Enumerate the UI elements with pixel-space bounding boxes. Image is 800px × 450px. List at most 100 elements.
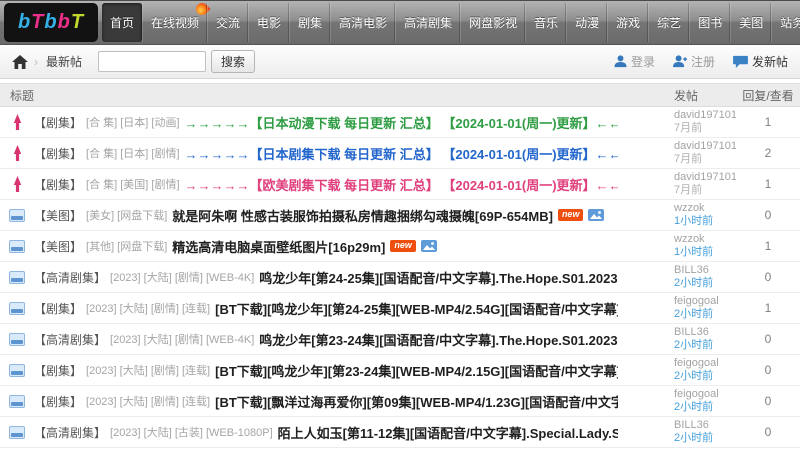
thread-time[interactable]: 1小时前 bbox=[674, 215, 736, 228]
thread-category[interactable]: 【剧集】 bbox=[34, 145, 82, 162]
table-row[interactable]: 【剧集】 [2023] [大陆] [剧情] [连载] [BT下载][鸣龙少年][… bbox=[0, 355, 800, 386]
thread-category[interactable]: 【剧集】 bbox=[34, 176, 82, 193]
login-link[interactable]: 登录 bbox=[614, 53, 655, 70]
thread-author[interactable]: feigogoal bbox=[674, 357, 736, 370]
table-row[interactable]: 【剧集】 [合 集] [日本] [动画] →→→→→【日本动漫下载 每日更新 汇… bbox=[0, 107, 800, 138]
thread-author[interactable]: BILL36 bbox=[674, 419, 736, 432]
thread-author[interactable]: wzzok bbox=[674, 233, 736, 246]
thread-time[interactable]: 1小时前 bbox=[674, 246, 736, 259]
thread-title-link[interactable]: 就是阿朱啊 性感古装服饰拍摄私房情趣捆绑勾魂摄魄[69P-654MB] bbox=[172, 206, 553, 225]
nav-item-9[interactable]: 动漫 bbox=[566, 3, 607, 42]
thread-tags[interactable]: [其他] [网盘下载] bbox=[86, 238, 167, 254]
thread-author[interactable]: feigogoal bbox=[674, 388, 736, 401]
thread-time[interactable]: 2小时前 bbox=[674, 432, 736, 445]
thread-category[interactable]: 【剧集】 bbox=[34, 300, 82, 317]
nav-item-10[interactable]: 游戏 bbox=[607, 3, 648, 42]
nav-item-label: 综艺 bbox=[657, 16, 682, 30]
site-logo[interactable]: bTbbT bbox=[4, 3, 98, 42]
nav-item-12[interactable]: 图书 bbox=[689, 3, 730, 42]
thread-tags[interactable]: [2023] [大陆] [古装] [WEB-1080P] bbox=[110, 424, 273, 440]
table-row[interactable]: 【剧集】 [合 集] [美国] [剧情] →→→→→【欧美剧集下载 每日更新 汇… bbox=[0, 169, 800, 200]
search-input[interactable] bbox=[98, 51, 207, 72]
reply-count: 0 bbox=[764, 394, 772, 408]
thread-category[interactable]: 【剧集】 bbox=[34, 393, 82, 410]
thread-title-link[interactable]: →→→→→【日本动漫下载 每日更新 汇总】 【2024-01-01(周一)更新】… bbox=[185, 113, 618, 132]
thread-category[interactable]: 【美图】 bbox=[34, 238, 82, 255]
nav-item-0[interactable]: 首页 bbox=[102, 3, 143, 42]
thread-author[interactable]: david19710102 bbox=[674, 140, 736, 153]
thread-author[interactable]: BILL36 bbox=[674, 264, 736, 277]
thread-author[interactable]: david19710102 bbox=[674, 109, 736, 122]
thread-time[interactable]: 2小时前 bbox=[674, 277, 736, 290]
thread-category[interactable]: 【剧集】 bbox=[34, 362, 82, 379]
breadcrumb[interactable]: 最新帖 bbox=[46, 53, 82, 70]
thread-title-link[interactable]: →→→→→【日本剧集下载 每日更新 汇总】 【2024-01-01(周一)更新】… bbox=[185, 144, 618, 163]
nav-item-6[interactable]: 高清剧集 bbox=[395, 3, 460, 42]
thread-time[interactable]: 2小时前 bbox=[674, 370, 736, 383]
thread-author[interactable]: feigogoal bbox=[674, 295, 736, 308]
thread-title-link[interactable]: [BT下载][鸣龙少年][第24-25集][WEB-MP4/2.54G][国语配… bbox=[215, 299, 618, 318]
thread-time[interactable]: 2小时前 bbox=[674, 339, 736, 352]
table-row[interactable]: 【高清剧集】 [2023] [大陆] [剧情] [WEB-4K] 鸣龙少年[第2… bbox=[0, 262, 800, 293]
reply-count-cell: 0 bbox=[736, 208, 800, 222]
nav-item-11[interactable]: 综艺 bbox=[648, 3, 689, 42]
thread-author[interactable]: wzzok bbox=[674, 202, 736, 215]
thread-tags[interactable]: [合 集] [日本] [剧情] bbox=[86, 145, 180, 161]
header-title[interactable]: 标题 bbox=[0, 87, 618, 104]
thread-tags[interactable]: [合 集] [日本] [动画] bbox=[86, 114, 180, 130]
table-row[interactable]: 【剧集】 [合 集] [日本] [剧情] →→→→→【日本剧集下载 每日更新 汇… bbox=[0, 138, 800, 169]
thread-title-link[interactable]: 陌上人如玉[第11-12集][国语配音/中文字幕].Special.Lady.S… bbox=[278, 423, 618, 442]
table-row[interactable]: 【剧集】 [2023] [大陆] [剧情] [连载] [BT下载][飘洋过海再爱… bbox=[0, 386, 800, 417]
thread-time[interactable]: 7月前 bbox=[674, 122, 736, 135]
table-row[interactable]: 【美图】 [美女] [网盘下载] 就是阿朱啊 性感古装服饰拍摄私房情趣捆绑勾魂摄… bbox=[0, 200, 800, 231]
nav-item-1[interactable]: 在线视频 bbox=[142, 0, 211, 42]
nav-item-4[interactable]: 剧集 bbox=[289, 3, 330, 42]
thread-tags[interactable]: [2023] [大陆] [剧情] [连载] bbox=[86, 362, 210, 378]
register-link[interactable]: 注册 bbox=[673, 53, 715, 70]
home-icon[interactable] bbox=[12, 54, 28, 69]
new-badge: new bbox=[557, 209, 584, 221]
thread-time[interactable]: 2小时前 bbox=[674, 401, 736, 414]
nav-item-13[interactable]: 美图 bbox=[730, 3, 771, 42]
thread-tags[interactable]: [2023] [大陆] [剧情] [连载] bbox=[86, 393, 210, 409]
nav-item-7[interactable]: 网盘影视 bbox=[460, 3, 525, 42]
reply-count-cell: 2 bbox=[736, 146, 800, 160]
thread-category[interactable]: 【剧集】 bbox=[34, 114, 82, 131]
thread-tags[interactable]: [2023] [大陆] [剧情] [连载] bbox=[86, 300, 210, 316]
table-row[interactable]: 【美图】 [其他] [网盘下载] 精选高清电脑桌面壁纸图片[16p29m] ne… bbox=[0, 231, 800, 262]
table-row[interactable]: 【高清剧集】 [2023] [大陆] [剧情] [WEB-4K] 鸣龙少年[第2… bbox=[0, 324, 800, 355]
thread-author[interactable]: david19710102 bbox=[674, 171, 736, 184]
thread-category[interactable]: 【高清剧集】 bbox=[34, 424, 106, 441]
thread-tags[interactable]: [2023] [大陆] [剧情] [WEB-4K] bbox=[110, 331, 254, 347]
thread-tags[interactable]: [合 集] [美国] [剧情] bbox=[86, 176, 180, 192]
thread-title-link[interactable]: 精选高清电脑桌面壁纸图片[16p29m] bbox=[172, 237, 385, 256]
nav-item-2[interactable]: 交流 bbox=[207, 3, 248, 42]
nav-item-8[interactable]: 音乐 bbox=[525, 3, 566, 42]
thread-time[interactable]: 2小时前 bbox=[674, 308, 736, 321]
header-replies[interactable]: 回复/查看 bbox=[736, 87, 800, 104]
thread-title-link[interactable]: [BT下载][鸣龙少年][第23-24集][WEB-MP4/2.15G][国语配… bbox=[215, 361, 618, 380]
thread-main: 【剧集】 [合 集] [日本] [剧情] →→→→→【日本剧集下载 每日更新 汇… bbox=[34, 144, 618, 163]
thread-time[interactable]: 7月前 bbox=[674, 184, 736, 197]
thread-title-link[interactable]: [BT下载][飘洋过海再爱你][第09集][WEB-MP4/1.23G][国语配… bbox=[215, 392, 618, 411]
nav-item-14[interactable]: 站务 bbox=[771, 3, 800, 42]
thread-category[interactable]: 【高清剧集】 bbox=[34, 331, 106, 348]
thread-list: 【剧集】 [合 集] [日本] [动画] →→→→→【日本动漫下载 每日更新 汇… bbox=[0, 107, 800, 450]
thread-category[interactable]: 【高清剧集】 bbox=[34, 269, 106, 286]
thread-time[interactable]: 7月前 bbox=[674, 153, 736, 166]
search-button[interactable]: 搜索 bbox=[211, 50, 256, 73]
image-attachment-icon bbox=[420, 240, 437, 252]
thread-tags[interactable]: [美女] [网盘下载] bbox=[86, 207, 167, 223]
table-row[interactable]: 【高清剧集】 [2023] [大陆] [古装] [WEB-1080P] 陌上人如… bbox=[0, 417, 800, 448]
header-author[interactable]: 发帖 bbox=[618, 87, 736, 104]
thread-title-link[interactable]: 鸣龙少年[第24-25集][国语配音/中文字幕].The.Hope.S01.20… bbox=[259, 268, 618, 287]
nav-item-3[interactable]: 电影 bbox=[248, 3, 289, 42]
thread-title-link[interactable]: →→→→→【欧美剧集下载 每日更新 汇总】 【2024-01-01(周一)更新】… bbox=[185, 175, 618, 194]
thread-title-link[interactable]: 鸣龙少年[第23-24集][国语配音/中文字幕].The.Hope.S01.20… bbox=[259, 330, 618, 349]
new-post-link[interactable]: 发新帖 bbox=[733, 53, 788, 70]
table-row[interactable]: 【剧集】 [2023] [大陆] [剧情] [连载] [BT下载][鸣龙少年][… bbox=[0, 293, 800, 324]
thread-author[interactable]: BILL36 bbox=[674, 326, 736, 339]
thread-tags[interactable]: [2023] [大陆] [剧情] [WEB-4K] bbox=[110, 269, 254, 285]
thread-category[interactable]: 【美图】 bbox=[34, 207, 82, 224]
nav-item-5[interactable]: 高清电影 bbox=[330, 3, 395, 42]
